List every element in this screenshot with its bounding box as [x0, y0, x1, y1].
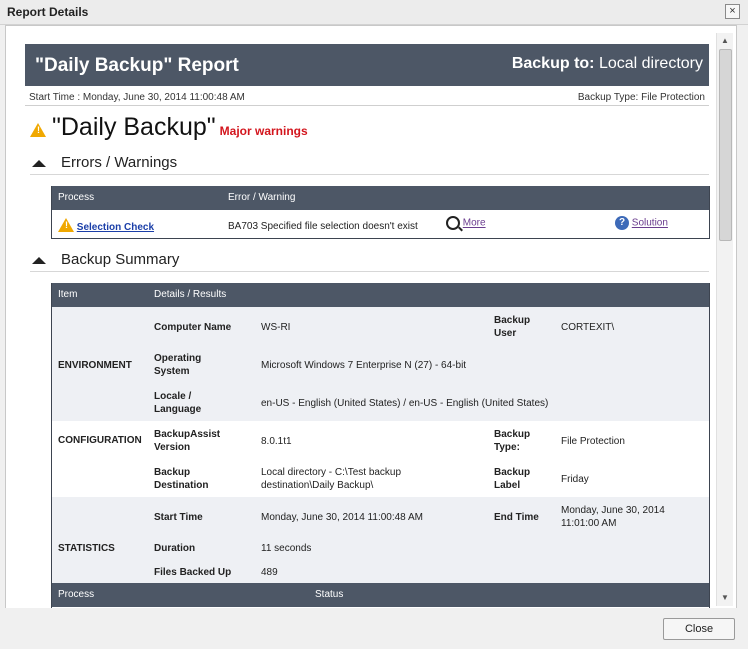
stat-start-time-value: Monday, June 30, 2014 11:00:48 AM [261, 512, 423, 523]
summary-table: Item Details / Results ENVIRONMENT CONFI… [51, 283, 710, 608]
end-time-value: Monday, June 30, 2014 11:01:00 AM [561, 505, 665, 529]
magnifier-icon[interactable] [446, 216, 460, 230]
stat-start-time-label: Start Time [154, 512, 203, 523]
duration-value: 11 seconds [261, 543, 312, 554]
backup-destination: Backup to: Local directory [512, 55, 703, 73]
errors-section-title: Errors / Warnings [61, 154, 178, 171]
scroll-up-icon[interactable]: ▲ [717, 33, 733, 49]
more-link[interactable]: More [463, 218, 486, 229]
selection-check-link[interactable]: Selection Check [77, 222, 154, 233]
version-value: 8.0.1t1 [261, 436, 292, 447]
os-label: Operating System [154, 353, 202, 377]
backup-type: Backup Type: File Protection [577, 92, 705, 103]
locale-label: Locale / Language [154, 391, 202, 415]
group-statistics: STATISTICS [58, 543, 115, 554]
start-time: Start Time : Monday, June 30, 2014 11:00… [29, 92, 245, 103]
page-title: ! "Daily Backup" Major warnings [30, 113, 308, 142]
col-process: Process [58, 589, 95, 600]
help-icon[interactable]: ? [615, 216, 629, 230]
warning-icon: ! [58, 218, 74, 232]
scroll-down-icon[interactable]: ▼ [717, 590, 733, 606]
vertical-scrollbar[interactable]: ▲ ▼ [716, 33, 733, 606]
duration-label: Duration [154, 543, 196, 554]
end-time-label: End Time [494, 512, 539, 523]
report-header-title: "Daily Backup" Report [35, 55, 239, 76]
locale-value: en-US - English (United States) / en-US … [261, 398, 549, 409]
col-error-warning: Error / Warning [228, 192, 296, 203]
backup-to-label: Backup to: [511, 55, 595, 72]
report-meta: Start Time : Monday, June 30, 2014 11:00… [25, 87, 709, 106]
col-details: Details / Results [154, 289, 227, 300]
summary-section-toggle[interactable]: Backup Summary [30, 251, 709, 272]
report-content: "Daily Backup" Report Backup to: Local d… [5, 25, 737, 609]
report-header: "Daily Backup" Report Backup to: Local d… [25, 44, 709, 86]
computer-name-value: WS-RI [261, 322, 291, 333]
collapse-triangle-icon[interactable] [32, 257, 46, 264]
group-configuration: CONFIGURATION [58, 435, 142, 446]
collapse-triangle-icon[interactable] [32, 160, 46, 167]
col-item: Item [58, 289, 78, 300]
errors-section-toggle[interactable]: Errors / Warnings [30, 154, 709, 175]
computer-name-label: Computer Name [154, 322, 232, 333]
job-name: "Daily Backup" [52, 113, 216, 141]
files-label: Files Backed Up [154, 567, 232, 578]
destination-label: Backup Destination [154, 467, 209, 491]
summary-table-header: Item Details / Results [52, 283, 709, 307]
scroll-thumb[interactable] [719, 49, 732, 241]
group-environment: ENVIRONMENT [58, 360, 132, 371]
backup-to-value: Local directory [598, 55, 703, 72]
dialog-footer [0, 608, 748, 649]
errors-table-header: Process Error / Warning [52, 186, 709, 210]
dialog-titlebar: Report Details × [0, 0, 748, 25]
more-link-wrap[interactable]: More [446, 216, 486, 230]
files-value: 489 [261, 567, 278, 578]
close-icon[interactable]: × [725, 4, 740, 19]
dialog-title: Report Details [7, 5, 89, 19]
backup-user-value: CORTEXIT\ [561, 322, 615, 333]
process-table-header: Process Status [52, 583, 709, 607]
col-status: Status [315, 589, 344, 600]
warning-icon: ! [30, 123, 46, 137]
solution-link-wrap[interactable]: ? Solution [615, 216, 668, 230]
backup-label-label: Backup Label [494, 467, 531, 491]
backup-label-value: Friday [561, 474, 589, 485]
summary-section-title: Backup Summary [61, 251, 180, 268]
backup-user-label: Backup User [494, 315, 531, 339]
table-row: ! Selection Check [58, 216, 154, 234]
destination-value: Local directory - C:\Test backup destinat… [261, 467, 402, 491]
status-badge: Major warnings [219, 124, 308, 138]
os-value: Microsoft Windows 7 Enterprise N (27) - … [261, 360, 467, 371]
col-process: Process [58, 192, 95, 203]
backup-type-label: Backup Type: [494, 429, 531, 453]
solution-link[interactable]: Solution [632, 218, 668, 229]
error-message: BA703 Specified file selection doesn't e… [228, 221, 418, 232]
errors-table: Process Error / Warning ! Selection Chec… [51, 186, 710, 239]
version-label: BackupAssist Version [154, 429, 221, 453]
close-button[interactable]: Close [663, 618, 735, 640]
backup-type-value: File Protection [561, 436, 625, 447]
